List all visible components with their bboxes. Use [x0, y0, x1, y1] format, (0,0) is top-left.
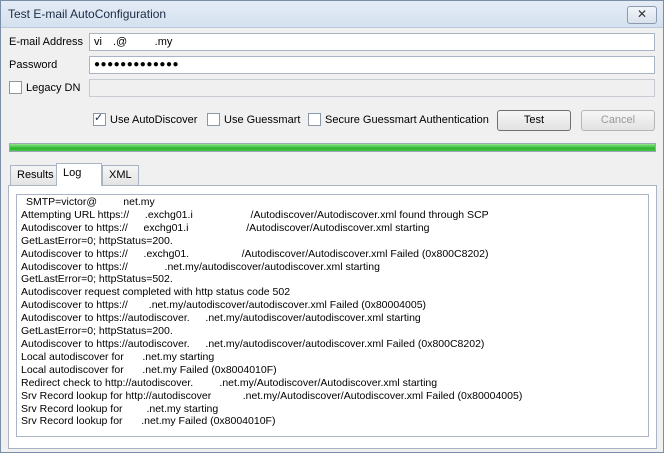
legacy-dn-checkbox[interactable]: Legacy DN [9, 81, 80, 94]
legacy-dn-label: Legacy DN [26, 81, 81, 94]
use-guessmart-label: Use Guessmart [224, 113, 301, 126]
log-line: Local autodiscover for .net.my Failed (0… [21, 363, 277, 376]
log-line: Local autodiscover for .net.my starting [21, 350, 215, 363]
log-line: Autodiscover request completed with http… [21, 286, 291, 299]
tab-xml[interactable]: XML [102, 165, 139, 185]
email-label: E-mail Address [9, 36, 83, 48]
close-button[interactable]: ✕ [627, 6, 657, 24]
window-title: Test E-mail AutoConfiguration [8, 7, 167, 21]
legacy-dn-checkbox-box[interactable] [9, 81, 22, 94]
secure-guessmart-checkbox[interactable]: Secure Guessmart Authentication [308, 113, 489, 126]
log-line: Autodiscover to https:// exchg01.i /Auto… [21, 221, 430, 234]
secure-guessmart-box[interactable] [308, 113, 321, 126]
use-autodiscover-checkbox[interactable]: Use AutoDiscover [93, 111, 198, 126]
log-line: GetLastError=0; httpStatus=200. [21, 234, 173, 247]
log-line: Autodiscover to https://autodiscover. .n… [21, 337, 485, 350]
autoconfig-window: Test E-mail AutoConfiguration ✕ E-mail A… [0, 0, 664, 453]
log-line: Attempting URL https:// .exchg01.i /Auto… [21, 208, 489, 221]
close-icon: ✕ [636, 7, 648, 21]
legacy-dn-field [89, 79, 655, 97]
log-line: Autodiscover to https:// .net.my/autodis… [21, 260, 380, 273]
log-line: Autodiscover to https:// .exchg01. /Auto… [21, 247, 489, 260]
secure-guessmart-label: Secure Guessmart Authentication [325, 113, 489, 126]
log-lines: SMTP=victor@ net.my Attempting URL https:… [17, 195, 648, 428]
log-line: SMTP=victor@ net.my [26, 196, 155, 208]
log-line: Srv Record lookup for .net.my Failed (0x… [21, 415, 276, 428]
use-autodiscover-box[interactable] [93, 111, 106, 126]
progress-bar [9, 143, 656, 152]
password-label: Password [9, 59, 58, 71]
title-bar: Test E-mail AutoConfiguration ✕ [1, 1, 663, 28]
tab-log[interactable]: Log [56, 163, 102, 186]
use-guessmart-box[interactable] [207, 113, 220, 126]
progress-bar-fill [10, 144, 655, 151]
log-line: Srv Record lookup for .net.my starting [21, 402, 219, 415]
test-button[interactable]: Test [497, 110, 571, 131]
email-field[interactable]: vi .@ .my [89, 33, 655, 51]
tab-results[interactable]: Results [10, 165, 61, 185]
use-autodiscover-label: Use AutoDiscover [110, 113, 198, 126]
password-field[interactable]: ●●●●●●●●●●●●● [89, 56, 655, 74]
log-line: Autodiscover to https://autodiscover. .n… [21, 312, 421, 325]
log-line: GetLastError=0; httpStatus=200. [21, 325, 173, 338]
cancel-button: Cancel [581, 110, 655, 131]
log-line: Redirect check to http://autodiscover. .… [21, 376, 438, 389]
log-line: Srv Record lookup for http://autodiscove… [21, 389, 523, 402]
log-line: Autodiscover to https:// .net.my/autodis… [21, 299, 427, 312]
log-line: GetLastError=0; httpStatus=502. [21, 273, 173, 286]
dialog-body: E-mail Address vi .@ .my Password ●●●●●●… [1, 28, 663, 452]
use-guessmart-checkbox[interactable]: Use Guessmart [207, 113, 300, 126]
log-textbox[interactable]: SMTP=victor@ net.my Attempting URL https:… [16, 194, 649, 437]
